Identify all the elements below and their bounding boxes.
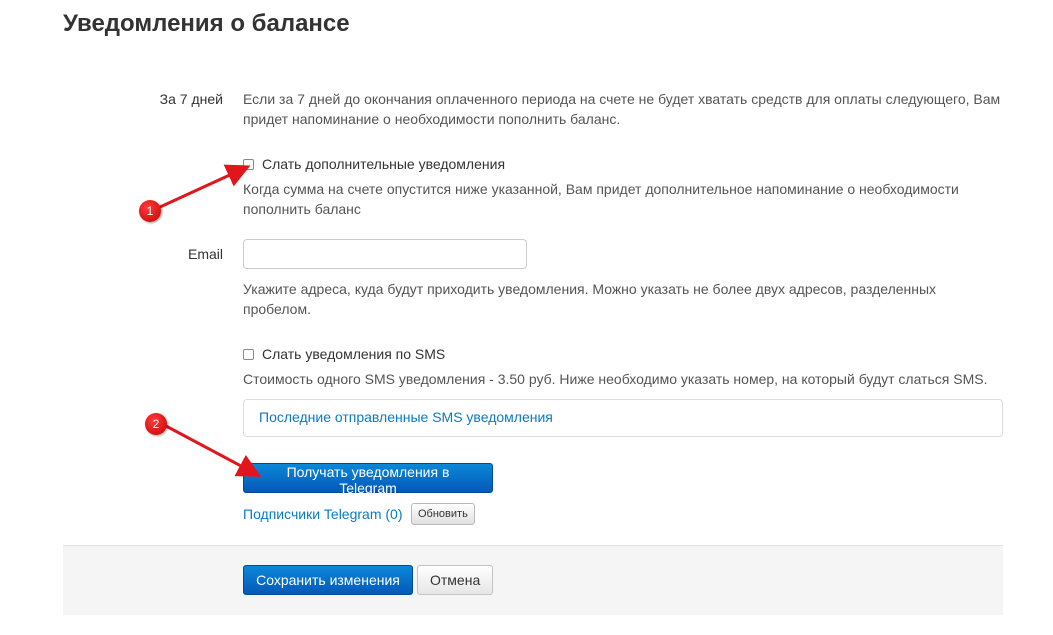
extra-notifications-label: Слать дополнительные уведомления (262, 156, 506, 172)
sms-notifications-row[interactable]: Слать уведомления по SMS (243, 346, 445, 362)
extra-notifications-checkbox[interactable] (243, 158, 254, 170)
sms-history-panel: Последние отправленные SMS уведомления (243, 399, 1003, 437)
arrow-1 (159, 164, 251, 209)
cancel-button[interactable]: Отмена (417, 565, 493, 595)
seven-days-label: За 7 дней (159, 91, 223, 107)
sms-notifications-checkbox[interactable] (243, 348, 254, 360)
telegram-subscribe-button[interactable]: Получать уведомления в Telegram (243, 463, 493, 496)
page-title: Уведомления о балансе (63, 10, 350, 37)
email-hint: Укажите адреса, куда будут приходить уве… (243, 281, 937, 317)
form-footer (63, 545, 1003, 615)
telegram-subscribers-link[interactable]: Подписчики Telegram (0) (243, 506, 402, 522)
email-label: Email (187, 246, 223, 262)
sms-notifications-label: Слать уведомления по SMS (262, 346, 446, 362)
last-sms-link[interactable]: Последние отправленные SMS уведомления (259, 409, 553, 425)
extra-notifications-row[interactable]: Слать дополнительные уведомления (243, 156, 505, 172)
annotation-marker-2: 2 (145, 413, 167, 435)
save-button[interactable]: Сохранить изменения (243, 565, 413, 595)
annotation-marker-1: 1 (139, 200, 161, 222)
extra-notifications-description: Когда сумма на счете опустится ниже указ… (243, 181, 959, 217)
sms-description: Стоимость одного SMS уведомления - 3.50 … (243, 371, 988, 387)
seven-days-description: Если за 7 дней до окончания оплаченного … (243, 91, 1001, 127)
email-field[interactable] (243, 239, 527, 269)
refresh-button[interactable]: Обновить (411, 503, 475, 525)
